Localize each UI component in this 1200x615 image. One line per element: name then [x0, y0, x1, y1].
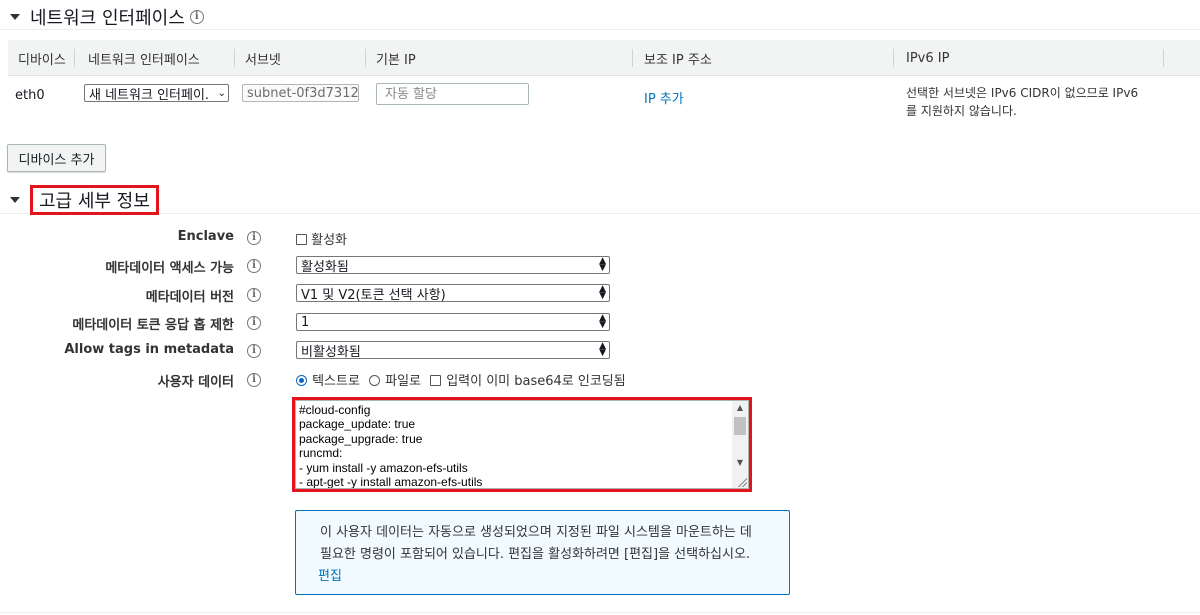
column-separator	[74, 49, 75, 67]
edit-link[interactable]: 편집	[318, 566, 765, 588]
user-data-text-label: 텍스트로	[312, 374, 360, 389]
header-secondary-ip: 보조 IP 주소	[644, 52, 712, 68]
advanced-details-title: 고급 세부 정보	[39, 191, 150, 212]
header-ipv6: IPv6 IP	[906, 50, 950, 66]
metadata-version-select[interactable]: V1 및 V2(토큰 선택 사항) ▲ ▼	[296, 284, 610, 303]
device-cell: eth0	[15, 88, 45, 103]
chevron-down-icon: ⌄	[217, 87, 226, 99]
network-interface-select-value: 새 네트워크 인터페이.	[89, 87, 210, 102]
info-icon[interactable]: i	[247, 373, 261, 387]
resize-grip-icon[interactable]	[737, 477, 747, 487]
user-data-file-label: 파일로	[385, 374, 422, 389]
user-data-label: 사용자 데이터	[157, 375, 234, 390]
add-device-button[interactable]: 디바이스 추가	[7, 144, 106, 172]
enclave-label: Enclave	[177, 229, 234, 244]
info-icon[interactable]: i	[247, 231, 261, 245]
table-row: eth0 새 네트워크 인터페이. ⌄ subnet-0f3d7312 ⌄ IP…	[8, 76, 1200, 136]
scrollbar-thumb[interactable]	[734, 417, 746, 435]
metadata-access-select[interactable]: 활성화됨 ▲ ▼	[296, 256, 610, 275]
metadata-hop-limit-label: 메타데이터 토큰 응답 홉 제한	[72, 318, 234, 333]
updown-arrow-icon: ▲ ▼	[599, 341, 606, 358]
allow-tags-label: Allow tags in metadata	[64, 342, 234, 357]
notice-text-line: 이 사용자 데이터는 자동으로 생성되었으며 지정된 파일 시스템을 마운트하는…	[320, 525, 752, 540]
caret-down-icon[interactable]	[10, 197, 20, 203]
user-data-textarea[interactable]: #cloud-config package_update: true packa…	[295, 400, 749, 489]
info-icon[interactable]: i	[247, 344, 261, 358]
metadata-access-label: 메타데이터 액세스 가능	[105, 261, 234, 276]
header-primary-ip: 기본 IP	[376, 52, 416, 68]
ipv6-message-line: 선택한 서브넷은 IPv6 CIDR이 없으므로 IPv6	[906, 86, 1139, 100]
network-interface-table: 디바이스 네트워크 인터페이스 서브넷 기본 IP 보조 IP 주소 IPv6 …	[8, 40, 1200, 118]
updown-arrow-icon: ▲ ▼	[599, 313, 606, 330]
ipv6-message-line: 를 지원하지 않습니다.	[906, 104, 1017, 118]
metadata-hop-limit-value: 1	[301, 314, 310, 330]
user-data-file-radio[interactable]	[369, 375, 381, 386]
scroll-up-icon[interactable]: ▲	[732, 401, 748, 415]
primary-ip-input[interactable]	[376, 83, 529, 105]
scroll-down-icon[interactable]: ▼	[732, 456, 748, 470]
metadata-version-label: 메타데이터 버전	[145, 290, 234, 305]
user-data-format-options: 텍스트로 파일로 입력이 이미 base64로 인코딩됨	[296, 370, 630, 389]
updown-arrow-icon: ▲ ▼	[599, 256, 606, 273]
ipv6-message: 선택한 서브넷은 IPv6 CIDR이 없으므로 IPv6 를 지원하지 않습니…	[906, 84, 1138, 120]
base64-checkbox-label: 입력이 이미 base64로 인코딩됨	[446, 374, 626, 389]
allow-tags-select[interactable]: 비활성화됨 ▲ ▼	[296, 341, 610, 360]
notice-text-line: 필요한 명령이 포함되어 있습니다. 편집을 활성화하려면 [편집]을 선택하십…	[320, 547, 751, 562]
user-data-notice: 이 사용자 데이터는 자동으로 생성되었으며 지정된 파일 시스템을 마운트하는…	[295, 510, 790, 595]
column-separator	[1163, 49, 1164, 67]
metadata-hop-limit-select[interactable]: 1 ▲ ▼	[296, 313, 610, 331]
user-data-content: #cloud-config package_update: true packa…	[299, 403, 483, 489]
enclave-checkbox-label: 활성화	[311, 233, 348, 248]
advanced-details-highlight: 고급 세부 정보	[30, 185, 159, 215]
base64-checkbox[interactable]	[430, 375, 442, 386]
add-ip-link[interactable]: IP 추가	[644, 92, 684, 107]
header-device: 디바이스	[18, 52, 66, 68]
subnet-select[interactable]: subnet-0f3d7312 ⌄	[242, 84, 359, 102]
info-icon[interactable]: i	[247, 316, 261, 330]
network-interface-title: 네트워크 인터페이스	[30, 7, 185, 29]
network-interface-select[interactable]: 새 네트워크 인터페이. ⌄	[84, 84, 229, 102]
info-icon[interactable]: i	[247, 288, 261, 302]
enclave-checkbox[interactable]	[296, 234, 307, 245]
updown-arrow-icon: ▲ ▼	[599, 284, 606, 301]
subnet-select-value: subnet-0f3d7312	[247, 85, 359, 101]
metadata-access-value: 활성화됨	[301, 259, 349, 275]
info-icon[interactable]: i	[247, 259, 261, 273]
advanced-details-section-header[interactable]: 고급 세부 정보	[0, 185, 1200, 215]
caret-down-icon[interactable]	[10, 13, 20, 20]
network-interface-section-header[interactable]: 네트워크 인터페이스 i	[0, 4, 1200, 30]
metadata-version-value: V1 및 V2(토큰 선택 사항)	[301, 287, 446, 303]
column-separator	[893, 49, 894, 67]
user-data-text-radio[interactable]	[296, 375, 307, 386]
table-header: 디바이스 네트워크 인터페이스 서브넷 기본 IP 보조 IP 주소 IPv6 …	[8, 40, 1200, 76]
allow-tags-value: 비활성화됨	[301, 344, 361, 360]
info-icon[interactable]: i	[189, 9, 204, 24]
header-network-interface: 네트워크 인터페이스	[88, 52, 200, 68]
header-subnet: 서브넷	[245, 52, 281, 68]
user-data-scrollbar[interactable]: ▲ ▼	[732, 401, 748, 488]
enclave-checkbox-group: 활성화	[296, 229, 351, 248]
section-divider	[0, 612, 1200, 613]
column-separator	[632, 49, 633, 67]
user-data-highlight: #cloud-config package_update: true packa…	[292, 397, 752, 492]
